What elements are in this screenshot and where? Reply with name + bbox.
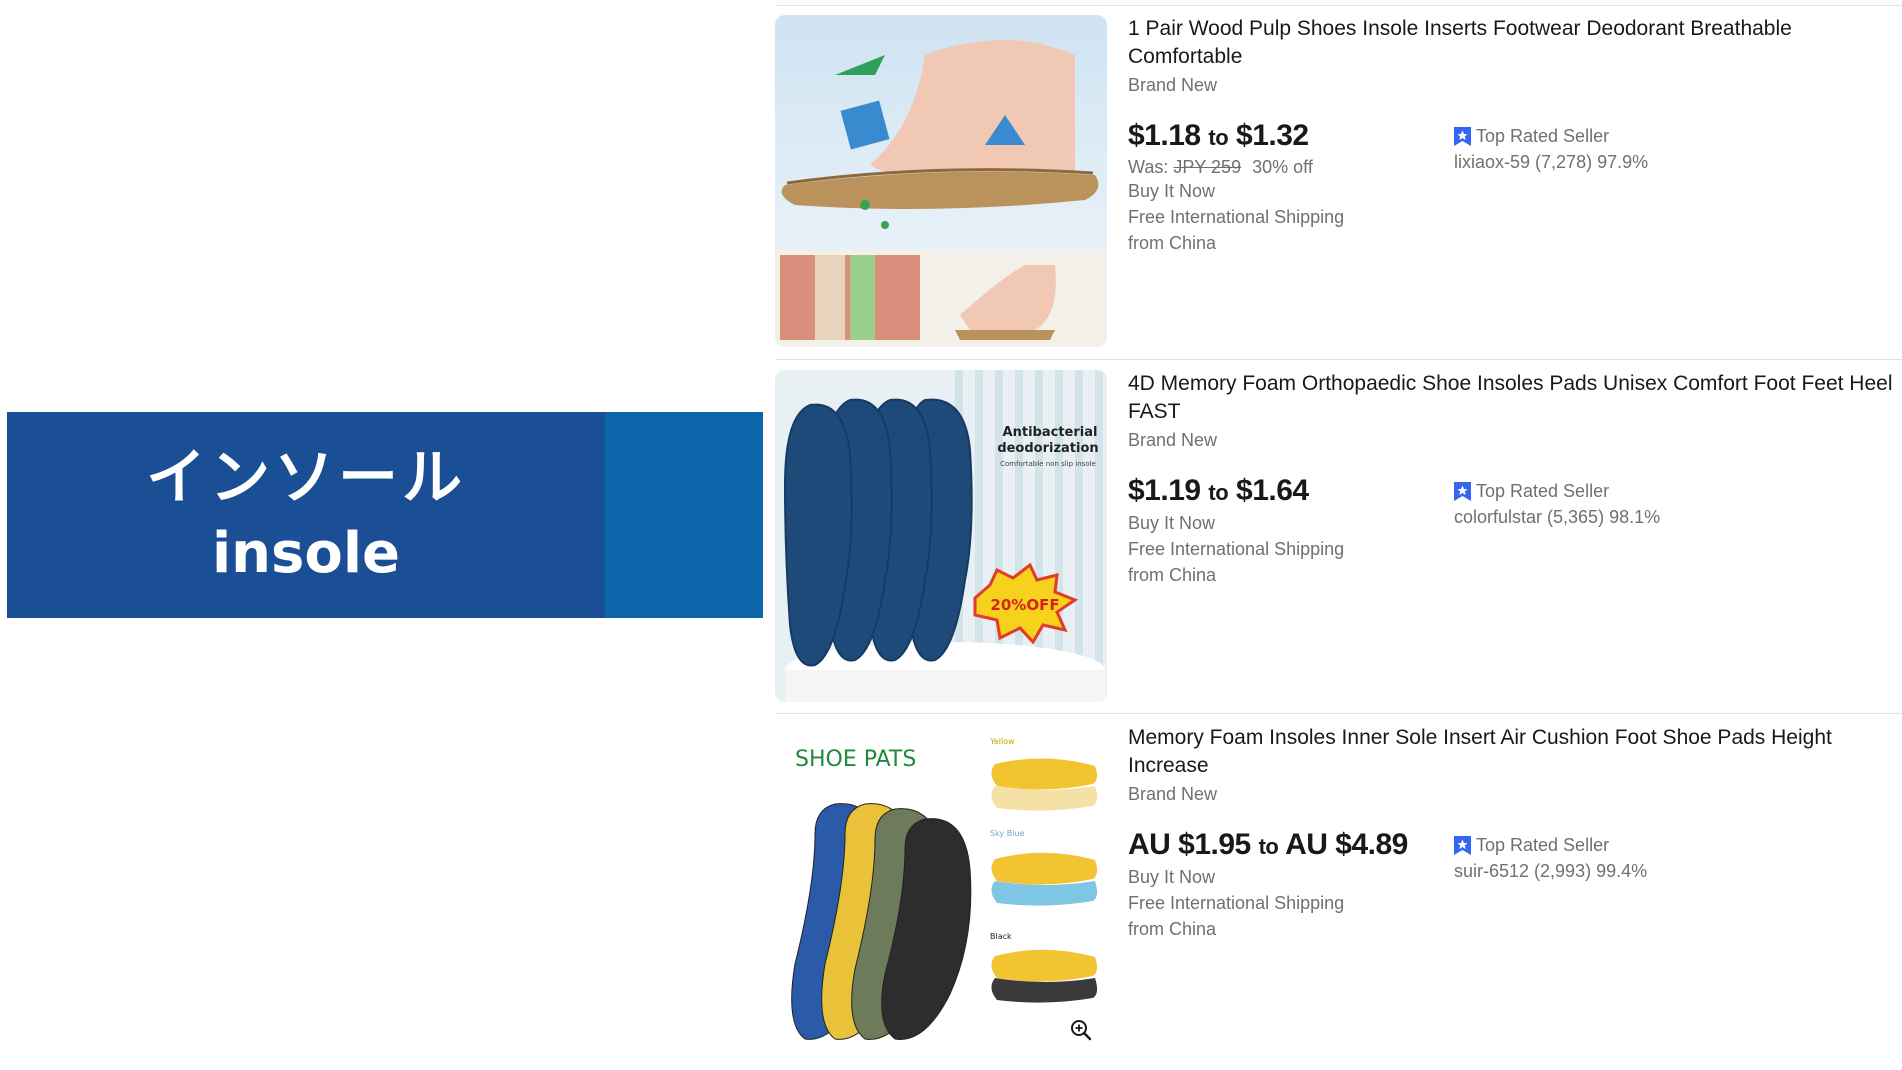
seller-info: lixiaox-59 (7,278) 97.9% <box>1454 152 1649 172</box>
zoom-in-icon <box>1071 1020 1092 1041</box>
divider <box>775 713 1902 714</box>
shipping: Free International Shipping <box>1128 207 1345 227</box>
swatch-label-black: Black <box>990 932 1012 941</box>
wood-pulp-insole-photo <box>775 15 1107 347</box>
banner-japanese-title: インソール <box>146 443 466 513</box>
listing-item[interactable]: Antibacterial deodorization Comfortable … <box>775 370 1902 704</box>
listing-condition: Brand New <box>1128 430 1218 450</box>
image-text-shoe-pats: SHOE PATS <box>795 747 916 772</box>
top-rated-label: Top Rated Seller <box>1476 835 1610 855</box>
listing-item[interactable]: 1 Pair Wood Pulp Shoes Insole Inserts Fo… <box>775 15 1902 349</box>
origin: from China <box>1128 565 1217 585</box>
price-from: AU $1.95 <box>1128 828 1251 861</box>
top-rated-badge: Top Rated Seller <box>1454 478 1894 504</box>
was-price: JPY 259 <box>1173 157 1242 177</box>
listing-condition: Brand New <box>1128 784 1218 804</box>
memory-foam-insole-photo: Antibacterial deodorization Comfortable … <box>775 370 1107 702</box>
listing-image[interactable]: SHOE PATS Yellow Sky Blue Black <box>775 724 1107 1056</box>
top-rated-icon <box>1454 126 1471 146</box>
seller-column: Top Rated Seller colorfulstar (5,365) 98… <box>1454 478 1894 530</box>
top-rated-icon <box>1454 835 1471 855</box>
shipping: Free International Shipping <box>1128 893 1345 913</box>
zoom-button[interactable] <box>1063 1012 1099 1048</box>
top-rated-label: Top Rated Seller <box>1476 481 1610 501</box>
top-rated-badge: Top Rated Seller <box>1454 832 1894 858</box>
listing-price: $1.18 to $1.32 <box>1128 119 1428 155</box>
price-to-word: to <box>1258 834 1279 859</box>
category-banner: インソール insole <box>7 412 763 618</box>
listing-image[interactable] <box>775 15 1107 347</box>
buy-format: Buy It Now <box>1128 513 1216 533</box>
seller-info: suir-6512 (2,993) 99.4% <box>1454 861 1648 881</box>
listing-title[interactable]: 1 Pair Wood Pulp Shoes Insole Inserts Fo… <box>1128 15 1902 71</box>
listing-image[interactable]: Antibacterial deodorization Comfortable … <box>775 370 1107 702</box>
swatch-label-sky-blue: Sky Blue <box>990 829 1024 838</box>
price-to: $1.32 <box>1236 119 1309 152</box>
listing-condition: Brand New <box>1128 75 1218 95</box>
listing-info: 1 Pair Wood Pulp Shoes Insole Inserts Fo… <box>1128 15 1902 253</box>
origin: from China <box>1128 919 1217 939</box>
listing-info: Memory Foam Insoles Inner Sole Insert Ai… <box>1128 724 1902 939</box>
price-from: $1.19 <box>1128 474 1201 507</box>
top-rated-icon <box>1454 481 1471 501</box>
banner-side-panel <box>605 412 763 618</box>
image-text-comfortable: Comfortable non slip insole <box>1000 460 1096 468</box>
price-from: $1.18 <box>1128 119 1201 152</box>
discount-burst: 20%OFF <box>990 596 1059 614</box>
price-to-word: to <box>1208 125 1229 150</box>
listing-price: AU $1.95 to AU $4.89 <box>1128 828 1428 864</box>
seller-column: Top Rated Seller suir-6512 (2,993) 99.4% <box>1454 832 1894 884</box>
buy-format: Buy It Now <box>1128 181 1216 201</box>
discount: 30% off <box>1252 157 1313 177</box>
price-column: $1.19 to $1.64 Buy It Now Free Internati… <box>1128 474 1428 588</box>
price-to: AU $4.89 <box>1285 828 1408 861</box>
divider <box>775 359 1902 360</box>
swatch-label-yellow: Yellow <box>989 737 1015 746</box>
price-column: AU $1.95 to AU $4.89 Buy It Now Free Int… <box>1128 828 1428 942</box>
was-label: Was: <box>1128 157 1169 177</box>
buy-format: Buy It Now <box>1128 867 1216 887</box>
price-to-word: to <box>1208 480 1229 505</box>
was-price-line: Was: JPY 259 30% off <box>1128 157 1428 178</box>
listing-title[interactable]: 4D Memory Foam Orthopaedic Shoe Insoles … <box>1128 370 1902 426</box>
banner-english-title: insole <box>211 521 401 586</box>
listing-title[interactable]: Memory Foam Insoles Inner Sole Insert Ai… <box>1128 724 1902 780</box>
listing-price: $1.19 to $1.64 <box>1128 474 1428 510</box>
top-rated-label: Top Rated Seller <box>1476 126 1610 146</box>
listing-info: 4D Memory Foam Orthopaedic Shoe Insoles … <box>1128 370 1902 585</box>
seller-column: Top Rated Seller lixiaox-59 (7,278) 97.9… <box>1454 123 1894 175</box>
banner-main-panel: インソール insole <box>7 412 605 618</box>
price-column: $1.18 to $1.32 Was: JPY 259 30% off Buy … <box>1128 119 1428 256</box>
divider <box>775 5 1902 6</box>
top-rated-badge: Top Rated Seller <box>1454 123 1894 149</box>
image-text-deodorization: deodorization <box>997 441 1098 456</box>
listing-item[interactable]: SHOE PATS Yellow Sky Blue Black Memory F… <box>775 724 1902 1058</box>
seller-info: colorfulstar (5,365) 98.1% <box>1454 507 1661 527</box>
price-to: $1.64 <box>1236 474 1309 507</box>
shipping: Free International Shipping <box>1128 539 1345 559</box>
shoe-pads-photo: SHOE PATS Yellow Sky Blue Black <box>775 724 1107 1056</box>
origin: from China <box>1128 233 1217 253</box>
image-text-antibacterial: Antibacterial <box>1003 425 1098 440</box>
